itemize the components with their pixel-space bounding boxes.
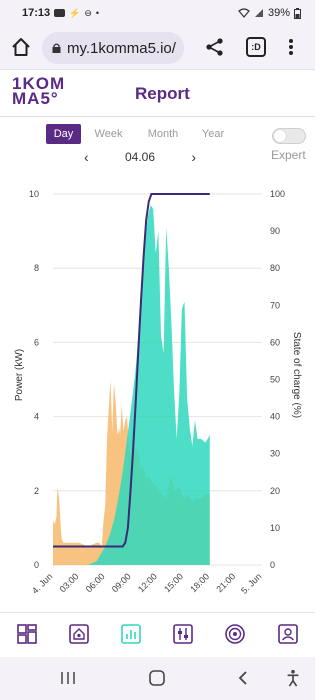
browser-toolbar: my.1komma5.io/ :D — [0, 26, 315, 70]
target-icon[interactable] — [224, 623, 246, 645]
x-tick-label: 12:00 — [136, 571, 159, 594]
accessibility-icon[interactable] — [285, 669, 301, 687]
tab-year[interactable]: Year — [198, 124, 228, 144]
status-bar-left: 17:13 ⚡ ⊖ • — [22, 7, 99, 19]
tab-week[interactable]: Week — [91, 124, 126, 144]
back-icon[interactable] — [236, 669, 250, 687]
y2-tick-label: 90 — [270, 226, 280, 236]
app-header: 1KOM MA5° Report — [0, 71, 315, 117]
current-date: 04.06 — [124, 150, 156, 164]
x-tick-label: 4. Jun — [30, 571, 54, 595]
recents-icon[interactable] — [60, 669, 76, 687]
y-tick-label: 10 — [29, 189, 39, 199]
tab-month[interactable]: Month — [144, 124, 182, 144]
next-date-button[interactable]: › — [185, 149, 202, 165]
y2-tick-label: 0 — [270, 560, 275, 570]
y-tick-label: 6 — [34, 337, 39, 347]
dot-icon: • — [95, 7, 100, 18]
x-tick-label: 06:00 — [84, 571, 107, 594]
x-tick-label: 09:00 — [110, 571, 133, 594]
dnd-icon: ⊖ — [84, 7, 92, 18]
x-tick-label: 15:00 — [162, 571, 185, 594]
x-tick-label: 5. Jun — [239, 571, 263, 595]
bolt-icon: ⚡ — [69, 7, 81, 18]
x-tick-label: 03:00 — [58, 571, 81, 594]
y-tick-label: 8 — [34, 263, 39, 273]
y2-tick-label: 50 — [270, 375, 280, 385]
y2-tick-label: 20 — [270, 486, 280, 496]
home-circle-icon[interactable] — [148, 669, 166, 687]
battery-icon — [294, 7, 301, 19]
y2-tick-label: 40 — [270, 412, 280, 422]
bottom-nav — [0, 612, 315, 656]
url-bar[interactable]: my.1komma5.io/ — [42, 32, 184, 64]
y2-tick-label: 60 — [270, 337, 280, 347]
report-chart-icon[interactable] — [120, 623, 142, 645]
house-icon[interactable] — [68, 623, 90, 645]
system-nav-bar — [0, 657, 315, 700]
x-tick-label: 18:00 — [188, 571, 211, 594]
x-tick-label: 21:00 — [214, 571, 237, 594]
sliders-icon[interactable] — [172, 623, 194, 645]
wifi-icon — [238, 8, 250, 18]
period-tabs: Day Week Month Year — [46, 124, 228, 144]
status-bar: 17:13 ⚡ ⊖ • 39% — [0, 0, 315, 26]
y-tick-label: 2 — [34, 486, 39, 496]
y-axis-label: Power (kW) — [14, 349, 25, 401]
status-time: 17:13 — [22, 7, 51, 19]
share-icon[interactable] — [204, 36, 226, 58]
prev-date-button[interactable]: ‹ — [78, 149, 95, 165]
y2-tick-label: 80 — [270, 263, 280, 273]
profile-icon[interactable] — [277, 623, 299, 645]
youtube-icon — [54, 9, 66, 17]
y2-tick-label: 30 — [270, 449, 280, 459]
y-tick-label: 0 — [34, 560, 39, 570]
y2-tick-label: 100 — [270, 189, 285, 199]
logo-line-2: MA5° — [12, 89, 59, 108]
more-vert-icon[interactable] — [284, 36, 298, 58]
expert-label: Expert — [271, 148, 306, 162]
production-area — [53, 205, 210, 565]
tabs-icon[interactable]: :D — [246, 37, 266, 57]
y2-tick-label: 70 — [270, 300, 280, 310]
page-title: Report — [135, 84, 190, 103]
brand-logo[interactable]: 1KOM MA5° — [12, 75, 82, 108]
expert-toggle[interactable] — [272, 128, 306, 144]
home-icon[interactable] — [10, 36, 32, 58]
y2-axis-label: State of charge (%) — [291, 332, 302, 418]
url-text: my.1komma5.io/ — [67, 39, 176, 57]
signal-icon — [254, 9, 263, 17]
date-navigator: ‹ 04.06 › — [78, 148, 202, 166]
toggle-knob — [274, 130, 286, 142]
y2-tick-label: 10 — [270, 523, 280, 533]
y-tick-label: 4 — [34, 412, 39, 422]
status-bar-right: 39% — [238, 7, 301, 19]
lock-icon — [52, 43, 61, 53]
battery-percent: 39% — [267, 7, 290, 19]
power-chart: 0 2 4 6 8 10 0 10 20 30 40 50 60 70 80 90 100 4. Jun 03:… — [14, 189, 302, 596]
dashboard-icon[interactable] — [16, 623, 38, 645]
tab-day[interactable]: Day — [46, 124, 81, 144]
